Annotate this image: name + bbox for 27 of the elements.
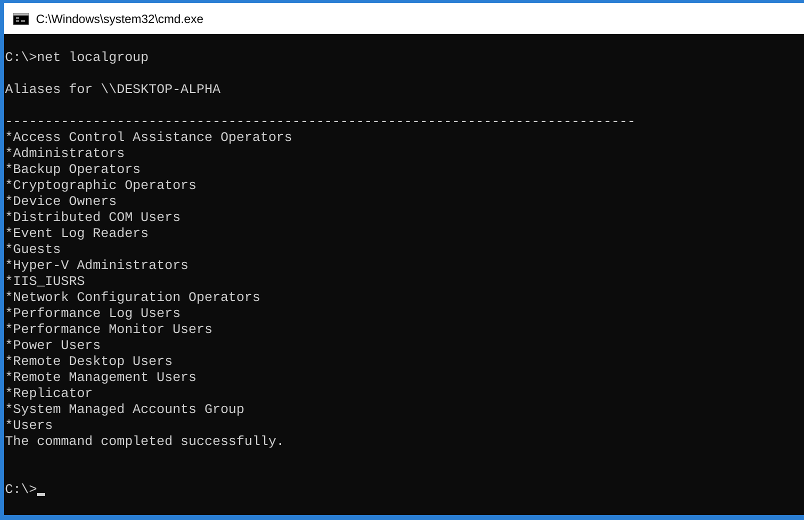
group-name: *Hyper-V Administrators (5, 258, 189, 273)
group-name: *Access Control Assistance Operators (5, 130, 292, 145)
group-name: *IIS_IUSRS (5, 274, 85, 289)
group-name: *System Managed Accounts Group (5, 402, 244, 417)
group-name: *Remote Management Users (5, 370, 197, 385)
group-name: *Replicator (5, 386, 93, 401)
group-name: *Cryptographic Operators (5, 178, 197, 193)
window-title: C:\Windows\system32\cmd.exe (36, 10, 204, 28)
result-message: The command completed successfully. (5, 434, 284, 449)
group-name: *Backup Operators (5, 162, 141, 177)
group-name: *Event Log Readers (5, 226, 149, 241)
group-name: *Device Owners (5, 194, 117, 209)
prompt: C:\> (5, 482, 37, 498)
group-name: *Users (5, 418, 53, 433)
group-name: *Remote Desktop Users (5, 354, 173, 369)
cursor-icon (36, 493, 45, 496)
group-name: *Performance Log Users (5, 306, 181, 321)
group-name: *Network Configuration Operators (5, 290, 260, 305)
group-name: *Power Users (5, 338, 101, 353)
group-name: *Performance Monitor Users (5, 322, 212, 337)
group-name: *Administrators (5, 146, 125, 161)
console-icon (13, 12, 29, 24)
group-name: *Guests (5, 242, 61, 257)
separator-line: ------------------------------------------------------------------------------- (5, 114, 636, 129)
aliases-header: Aliases for \\DESKTOP-ALPHA (5, 82, 220, 97)
group-name: *Distributed COM Users (5, 210, 181, 225)
command-line: C:\>net localgroup (5, 50, 149, 65)
